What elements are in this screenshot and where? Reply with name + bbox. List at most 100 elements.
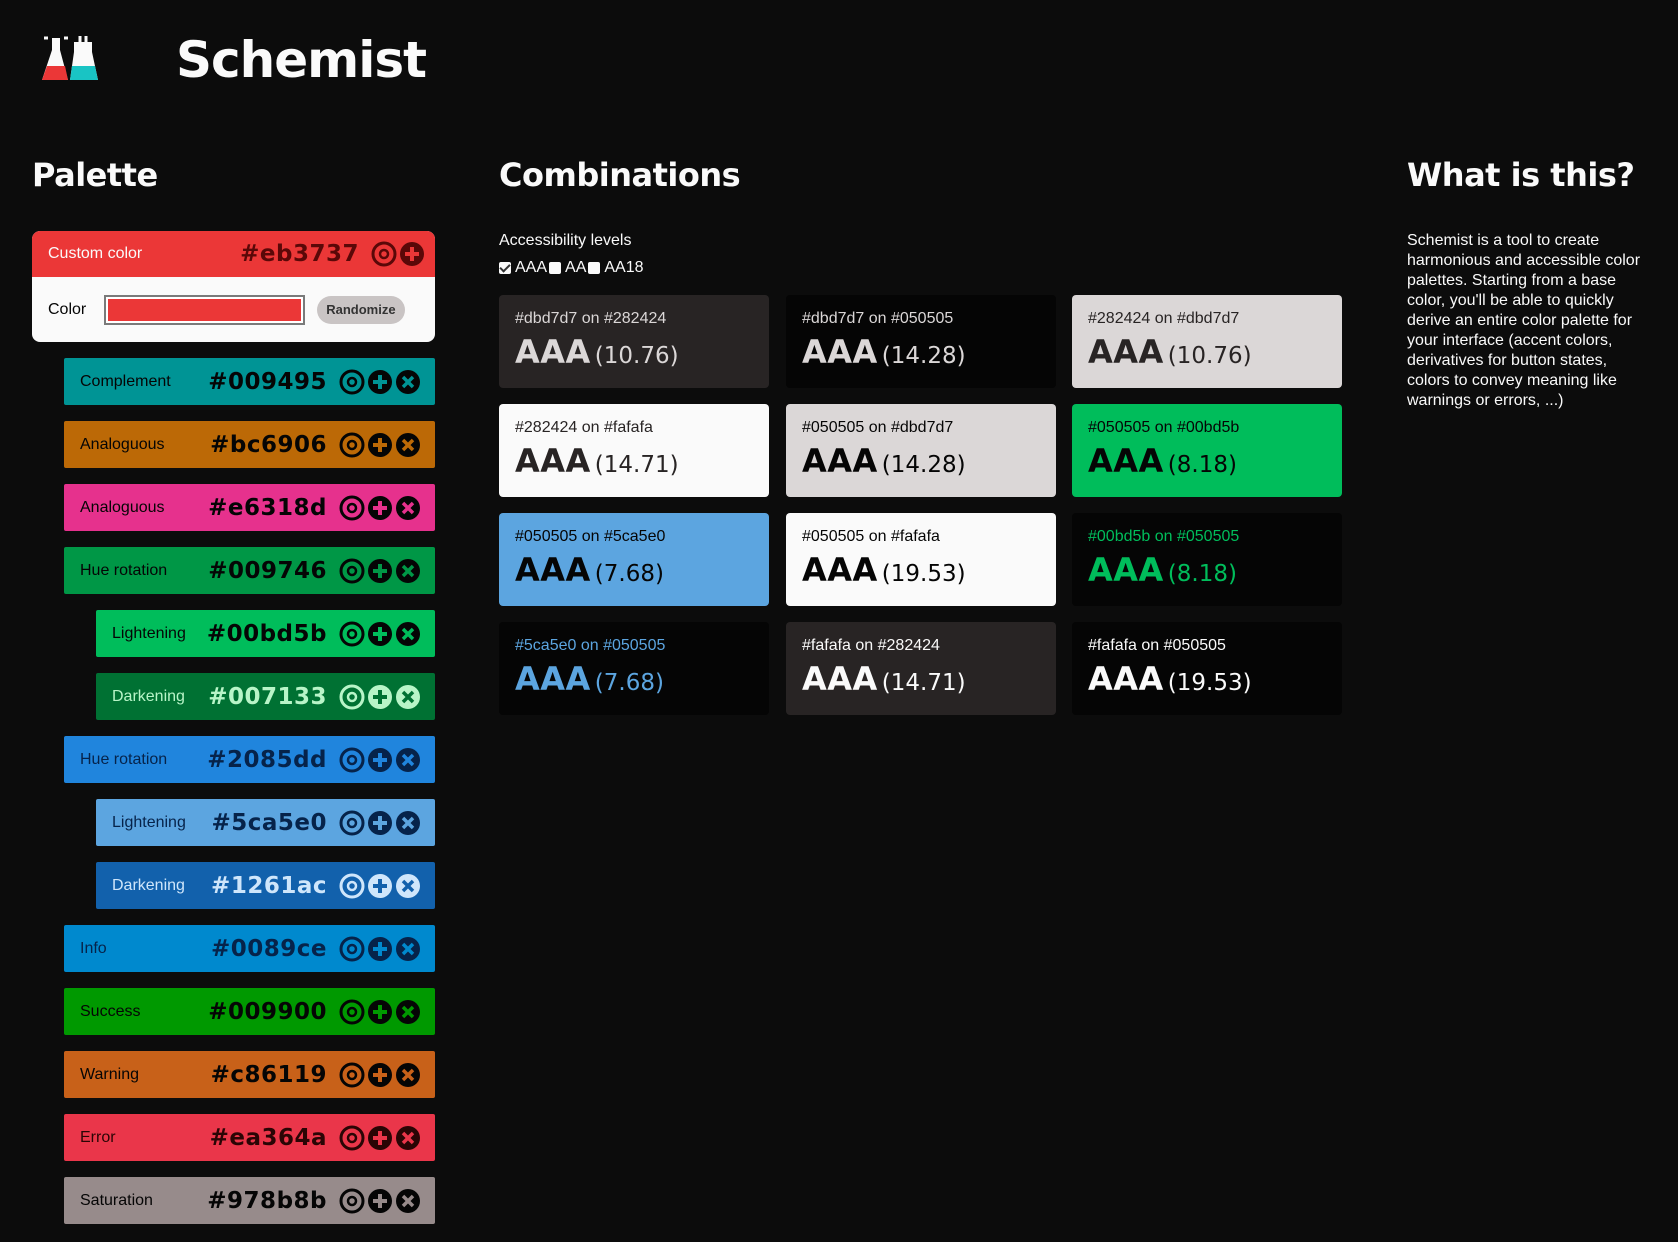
- combination-description: #dbd7d7 on #050505: [802, 310, 954, 327]
- palette-row: Success #009900: [64, 988, 435, 1035]
- add-icon[interactable]: [367, 558, 393, 584]
- checkbox-aa18[interactable]: [588, 262, 601, 274]
- checkbox-aa[interactable]: [549, 262, 562, 274]
- palette-row-hex: #ea364a: [209, 1124, 327, 1151]
- color-picker-input[interactable]: [104, 294, 306, 325]
- combination-ratio: (8.18): [1167, 561, 1237, 587]
- settings-icon[interactable]: [339, 810, 365, 836]
- combination-card: #050505 on #00bd5b AAA (8.18): [1072, 404, 1342, 497]
- remove-icon[interactable]: [395, 684, 421, 710]
- settings-icon[interactable]: [339, 621, 365, 647]
- combination-card: #fafafa on #282424 AAA (14.71): [786, 622, 1056, 715]
- settings-icon[interactable]: [339, 495, 365, 521]
- add-icon[interactable]: [399, 241, 425, 267]
- palette-row: Warning #c86119: [64, 1051, 435, 1098]
- palette-row-label: Hue rotation: [80, 750, 168, 768]
- settings-icon[interactable]: [339, 999, 365, 1025]
- remove-icon[interactable]: [395, 1125, 421, 1151]
- settings-icon[interactable]: [339, 1125, 365, 1151]
- accessibility-levels: AAA AA AA18: [499, 259, 646, 277]
- remove-icon[interactable]: [395, 621, 421, 647]
- add-icon[interactable]: [367, 684, 393, 710]
- remove-icon[interactable]: [395, 432, 421, 458]
- combination-level: AAA: [802, 551, 878, 589]
- palette-row: Darkening #007133: [96, 673, 435, 720]
- palette-row: Complement #009495: [64, 358, 435, 405]
- remove-icon[interactable]: [395, 1062, 421, 1088]
- palette-row-actions: [339, 1062, 421, 1088]
- settings-icon[interactable]: [339, 936, 365, 962]
- remove-icon[interactable]: [395, 810, 421, 836]
- add-icon[interactable]: [367, 999, 393, 1025]
- palette-row-actions: [339, 936, 421, 962]
- combination-ratio: (10.76): [594, 343, 679, 369]
- palette-row: Analoguous #bc6906: [64, 421, 435, 468]
- settings-icon[interactable]: [339, 369, 365, 395]
- level-aa18[interactable]: AA18: [588, 259, 644, 277]
- add-icon[interactable]: [367, 621, 393, 647]
- add-icon[interactable]: [367, 873, 393, 899]
- settings-icon[interactable]: [339, 432, 365, 458]
- remove-icon[interactable]: [395, 369, 421, 395]
- combination-description: #fafafa on #050505: [1088, 637, 1226, 654]
- level-aa[interactable]: AA: [549, 259, 586, 277]
- combination-ratio: (14.71): [594, 452, 679, 478]
- remove-icon[interactable]: [395, 999, 421, 1025]
- palette-row-actions: [339, 1125, 421, 1151]
- randomize-button[interactable]: Randomize: [317, 295, 405, 324]
- add-icon[interactable]: [367, 495, 393, 521]
- remove-icon[interactable]: [395, 558, 421, 584]
- remove-icon[interactable]: [395, 873, 421, 899]
- add-icon[interactable]: [367, 810, 393, 836]
- palette-row-actions: [339, 369, 421, 395]
- palette-row: Lightening #00bd5b: [96, 610, 435, 657]
- palette-row-hex: #0089ce: [210, 935, 327, 962]
- settings-icon[interactable]: [339, 873, 365, 899]
- checkbox-aaa[interactable]: [499, 262, 511, 274]
- settings-icon[interactable]: [339, 747, 365, 773]
- remove-icon[interactable]: [395, 747, 421, 773]
- add-icon[interactable]: [367, 1125, 393, 1151]
- level-aaa-label: AAA: [515, 259, 548, 276]
- combination-description: #282424 on #dbd7d7: [1088, 310, 1240, 327]
- combination-level: AAA: [515, 660, 591, 698]
- add-icon[interactable]: [367, 1188, 393, 1214]
- palette-row-actions: [339, 495, 421, 521]
- combination-card: #282424 on #dbd7d7 AAA (10.76): [1072, 295, 1342, 388]
- palette-row-label: Analoguous: [80, 498, 165, 516]
- palette-row-hex: #009495: [208, 368, 327, 395]
- palette-row-label: Complement: [80, 372, 171, 390]
- combination-card: #050505 on #dbd7d7 AAA (14.28): [786, 404, 1056, 497]
- settings-icon[interactable]: [339, 558, 365, 584]
- combination-result: AAA (8.18): [1088, 442, 1326, 480]
- palette-row-actions: [339, 621, 421, 647]
- settings-icon[interactable]: [371, 241, 397, 267]
- palette-row-label: Error: [80, 1128, 116, 1146]
- combination-ratio: (19.53): [881, 561, 966, 587]
- add-icon[interactable]: [367, 432, 393, 458]
- remove-icon[interactable]: [395, 1188, 421, 1214]
- palette-row-label: Info: [80, 939, 107, 957]
- add-icon[interactable]: [367, 936, 393, 962]
- combination-result: AAA (14.28): [802, 442, 1040, 480]
- settings-icon[interactable]: [339, 1062, 365, 1088]
- combination-card: #282424 on #fafafa AAA (14.71): [499, 404, 769, 497]
- palette-row-hex: #e6318d: [208, 494, 327, 521]
- palette-row-label: Darkening: [112, 876, 185, 894]
- palette-row-actions: [339, 684, 421, 710]
- combination-card: #dbd7d7 on #050505 AAA (14.28): [786, 295, 1056, 388]
- palette-row: Error #ea364a: [64, 1114, 435, 1161]
- settings-icon[interactable]: [339, 1188, 365, 1214]
- add-icon[interactable]: [367, 747, 393, 773]
- combination-description: #fafafa on #282424: [802, 637, 940, 654]
- level-aaa[interactable]: AAA: [499, 259, 547, 277]
- palette-row-label: Hue rotation: [80, 561, 168, 579]
- add-icon[interactable]: [367, 1062, 393, 1088]
- custom-color-header: Custom color #eb3737: [32, 231, 435, 277]
- remove-icon[interactable]: [395, 936, 421, 962]
- combination-ratio: (8.18): [1167, 452, 1237, 478]
- settings-icon[interactable]: [339, 684, 365, 710]
- remove-icon[interactable]: [395, 495, 421, 521]
- add-icon[interactable]: [367, 369, 393, 395]
- app-title: Schemist: [176, 31, 427, 89]
